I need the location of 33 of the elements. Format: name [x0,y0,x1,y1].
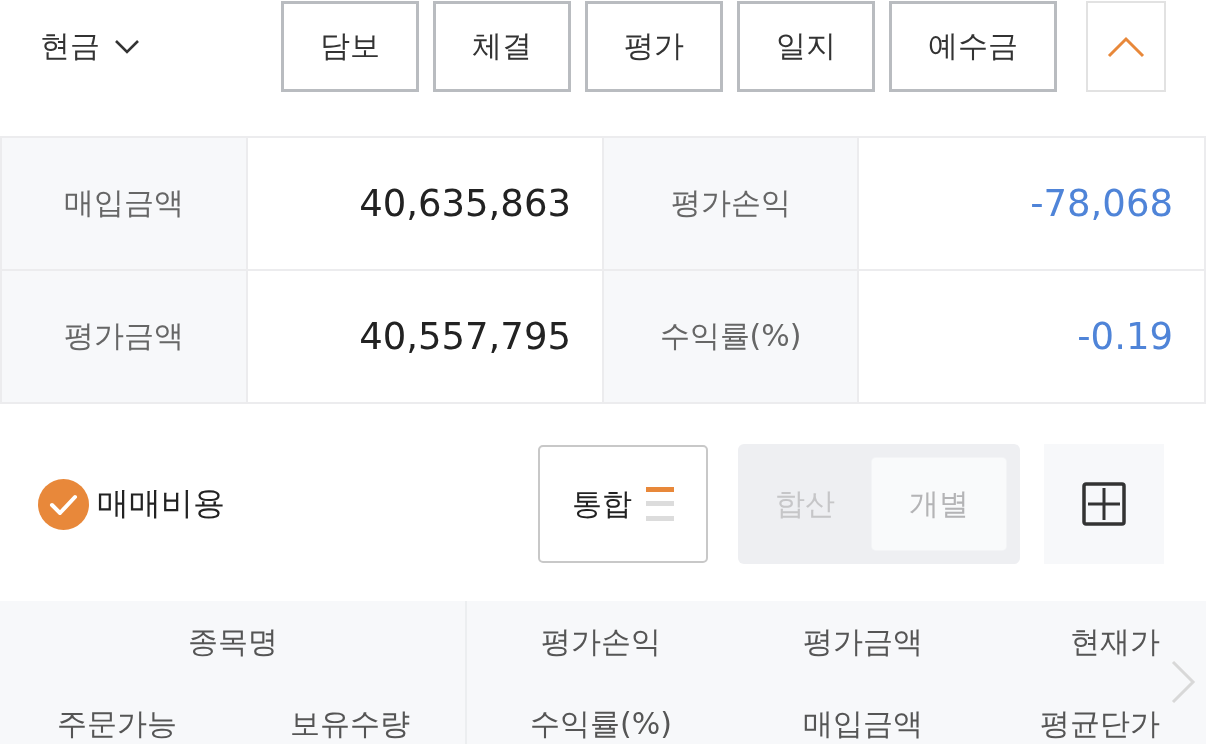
summary-value: 40,635,863 [248,138,602,269]
account-type-dropdown[interactable]: 현금 [40,26,140,67]
summary-label: 수익률(%) [604,271,857,402]
collapse-button[interactable] [1086,1,1166,92]
column-header: 매입금액 [802,704,924,743]
tab-button[interactable]: 담보 [281,1,419,92]
summary-value: -0.19 [859,271,1204,402]
tab-button[interactable]: 예수금 [889,1,1057,92]
column-header: 평균단가 [1039,704,1160,743]
plus-square-icon [1082,482,1126,526]
summary-label: 평가금액 [2,271,246,402]
summary-value: 40,557,795 [248,271,602,402]
tab-button[interactable]: 평가 [585,1,723,92]
fee-label: 매매비용 [97,483,225,524]
chevron-right-icon[interactable] [1170,659,1196,705]
check-circle-icon[interactable] [38,478,89,530]
column-header: 종목명 [186,622,279,661]
chevron-down-icon [114,38,140,55]
bars-icon [646,487,674,521]
tab-button[interactable]: 체결 [433,1,571,92]
summary-value: -78,068 [859,138,1204,269]
view-select-button[interactable]: 통합 [538,445,708,563]
add-button[interactable] [1044,444,1164,564]
column-header: 보유수량 [288,704,411,743]
column-header: 평가손익 [540,622,662,661]
column-header: 현재가 [1069,622,1160,661]
column-header: 주문가능 [56,704,178,743]
summary-label: 매입금액 [2,138,246,269]
summary-label: 평가손익 [604,138,857,269]
tab-button[interactable]: 일지 [737,1,875,92]
chevron-up-icon [1107,35,1145,58]
column-header: 수익률(%) [529,704,673,743]
column-header: 평가금액 [802,622,924,661]
